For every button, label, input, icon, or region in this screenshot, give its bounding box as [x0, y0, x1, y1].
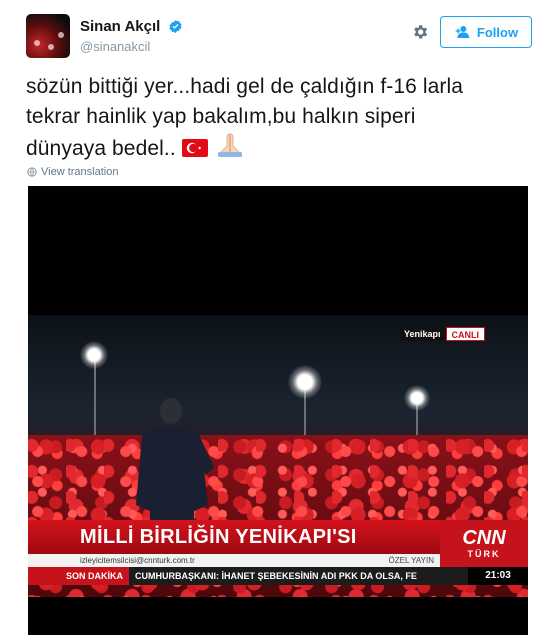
verified-badge-icon [169, 20, 182, 34]
live-badge: CANLI [445, 327, 486, 341]
follow-button[interactable]: Follow [440, 16, 532, 48]
special-broadcast-label: ÖZEL YAYIN [388, 556, 435, 565]
avatar-detail [58, 32, 64, 38]
author-handle[interactable]: @sinanakcil [80, 39, 183, 54]
tweet-line: dünyaya bedel.. [26, 137, 176, 160]
author-display-name[interactable]: Sinan Akçıl [80, 18, 160, 35]
video-frame: Yenikapı CANLI MİLLİ BİRLİĞİN YENİKAPI'S… [28, 315, 528, 597]
breaking-news-label: SON DAKİKA [28, 567, 130, 585]
broadcast-clock: 21:03 [468, 567, 528, 585]
add-user-icon [455, 26, 470, 38]
channel-logo: CNN TÜRK [440, 520, 528, 567]
stadium-light [288, 365, 322, 399]
tweet-line: sözün bittiği yer...hadi gel de çaldığın… [26, 75, 464, 98]
video-player[interactable]: Yenikapı CANLI MİLLİ BİRLİĞİN YENİKAPI'S… [28, 186, 528, 635]
stadium-light [404, 385, 430, 411]
channel-logo-bottom: TÜRK [467, 549, 501, 559]
news-ticker: SON DAKİKA CUMHURBAŞKANI: İHANET ŞEBEKES… [28, 567, 528, 585]
turkish-flag-emoji [181, 139, 208, 157]
tweet-line: tekrar hainlik yap bakalım,bu halkın sip… [26, 105, 416, 128]
tweet-text: sözün bittiği yer...hadi gel de çaldığın… [26, 72, 526, 164]
tweet-header: Sinan Akçıl @sinanakcil Follow [26, 14, 532, 62]
news-subline: izleyicitemsilcisi@cnnturk.com.tr ÖZEL Y… [28, 554, 440, 567]
gear-icon[interactable] [411, 23, 429, 41]
tweet-line-with-emoji: dünyaya bedel.. [26, 132, 526, 164]
location-tag: Yenikapı CANLI [399, 327, 486, 341]
follow-label: Follow [476, 24, 519, 40]
stadium-light [80, 341, 108, 369]
view-translation-label: View translation [41, 166, 119, 178]
avatar[interactable] [26, 14, 70, 58]
globe-icon [27, 167, 37, 177]
view-translation-link[interactable]: View translation [27, 166, 118, 178]
viewer-email: izleyicitemsilcisi@cnnturk.com.tr [80, 556, 195, 565]
ticker-text: CUMHURBAŞKANI: İHANET ŞEBEKESİNİN ADI PK… [135, 571, 417, 581]
avatar-detail [34, 40, 40, 46]
news-headline: MİLLİ BİRLİĞİN YENİKAPI'SI [28, 520, 440, 554]
author-block[interactable]: Sinan Akçıl @sinanakcil [80, 18, 183, 54]
avatar-detail [48, 44, 54, 50]
location-label: Yenikapı [399, 327, 446, 341]
folded-hands-emoji [217, 133, 242, 157]
channel-logo-top: CNN [462, 527, 506, 549]
